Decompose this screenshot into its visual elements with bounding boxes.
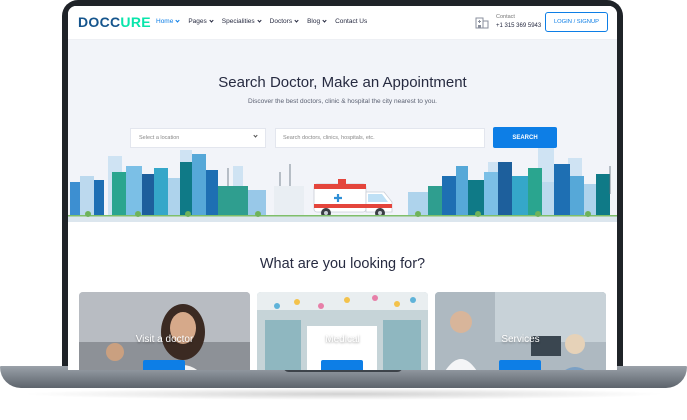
site-header: DOCCURE Home Pages Specialities Doctors …: [68, 6, 617, 40]
search-placeholder: Search doctors, clinics, hospitals, etc.: [283, 135, 375, 141]
laptop-screen: DOCCURE Home Pages Specialities Doctors …: [68, 6, 617, 370]
chevron-down-icon: [322, 18, 327, 23]
chevron-down-icon: [253, 133, 258, 138]
search-button[interactable]: SEARCH: [493, 127, 557, 148]
nav-item-home[interactable]: Home: [156, 18, 180, 25]
chevron-down-icon: [294, 18, 299, 23]
chevron-down-icon: [257, 18, 262, 23]
login-signup-button[interactable]: LOGIN / SIGNUP: [545, 12, 608, 32]
nav-item-label: Contact Us: [335, 18, 368, 25]
ambulance-illustration: [313, 179, 393, 218]
doctor-photo: [79, 292, 250, 370]
logo-part-2: URE: [120, 14, 151, 30]
nav-item-label: Home: [156, 18, 174, 25]
main-nav: Home Pages Specialities Doctors Blog Con…: [156, 18, 367, 25]
chevron-down-icon: [175, 18, 180, 23]
card-button[interactable]: [499, 360, 541, 370]
nav-item-specialities[interactable]: Specialities: [221, 18, 262, 25]
location-select[interactable]: Select a location: [130, 128, 266, 148]
city-skyline-illustration: [68, 148, 617, 222]
nav-item-label: Pages: [188, 18, 207, 25]
services-photo: [435, 292, 606, 370]
card-visit-doctor[interactable]: Visit a doctor: [79, 292, 250, 370]
nav-item-label: Specialities: [221, 18, 255, 25]
nav-item-doctors[interactable]: Doctors: [269, 18, 299, 25]
location-placeholder: Select a location: [139, 135, 180, 141]
search-input[interactable]: Search doctors, clinics, hospitals, etc.: [275, 128, 485, 148]
nav-item-pages[interactable]: Pages: [188, 18, 214, 25]
card-label: Services: [501, 334, 540, 345]
card-label: Visit a doctor: [135, 334, 194, 345]
hero-section: Search Doctor, Make an Appointment Disco…: [68, 40, 617, 222]
looking-for-section: What are you looking for? Visit a doctor: [68, 222, 617, 370]
hero-subtitle: Discover the best doctors, clinic & hosp…: [248, 98, 437, 105]
laptop-shadow: [20, 388, 667, 400]
nav-item-label: Doctors: [269, 18, 293, 25]
nav-item-blog[interactable]: Blog: [307, 18, 327, 25]
card-button[interactable]: [321, 360, 363, 370]
nav-item-label: Blog: [307, 18, 321, 25]
pharmacy-photo: [257, 292, 428, 370]
card-medical[interactable]: Medical: [257, 292, 428, 370]
section-title: What are you looking for?: [259, 256, 426, 272]
nav-item-contact-us[interactable]: Contact Us: [335, 18, 367, 25]
contact-label: Contact: [496, 14, 515, 20]
card-label: Medical: [325, 334, 360, 345]
logo-part-1: DOCC: [78, 14, 121, 30]
hero-title: Search Doctor, Make an Appointment: [218, 74, 467, 91]
chevron-down-icon: [209, 18, 214, 23]
card-button[interactable]: [143, 360, 185, 370]
site-logo[interactable]: DOCCURE: [78, 14, 151, 30]
hospital-icon: [475, 17, 489, 29]
card-services[interactable]: Services: [435, 292, 606, 370]
contact-phone[interactable]: +1 315 369 5943: [496, 23, 541, 29]
